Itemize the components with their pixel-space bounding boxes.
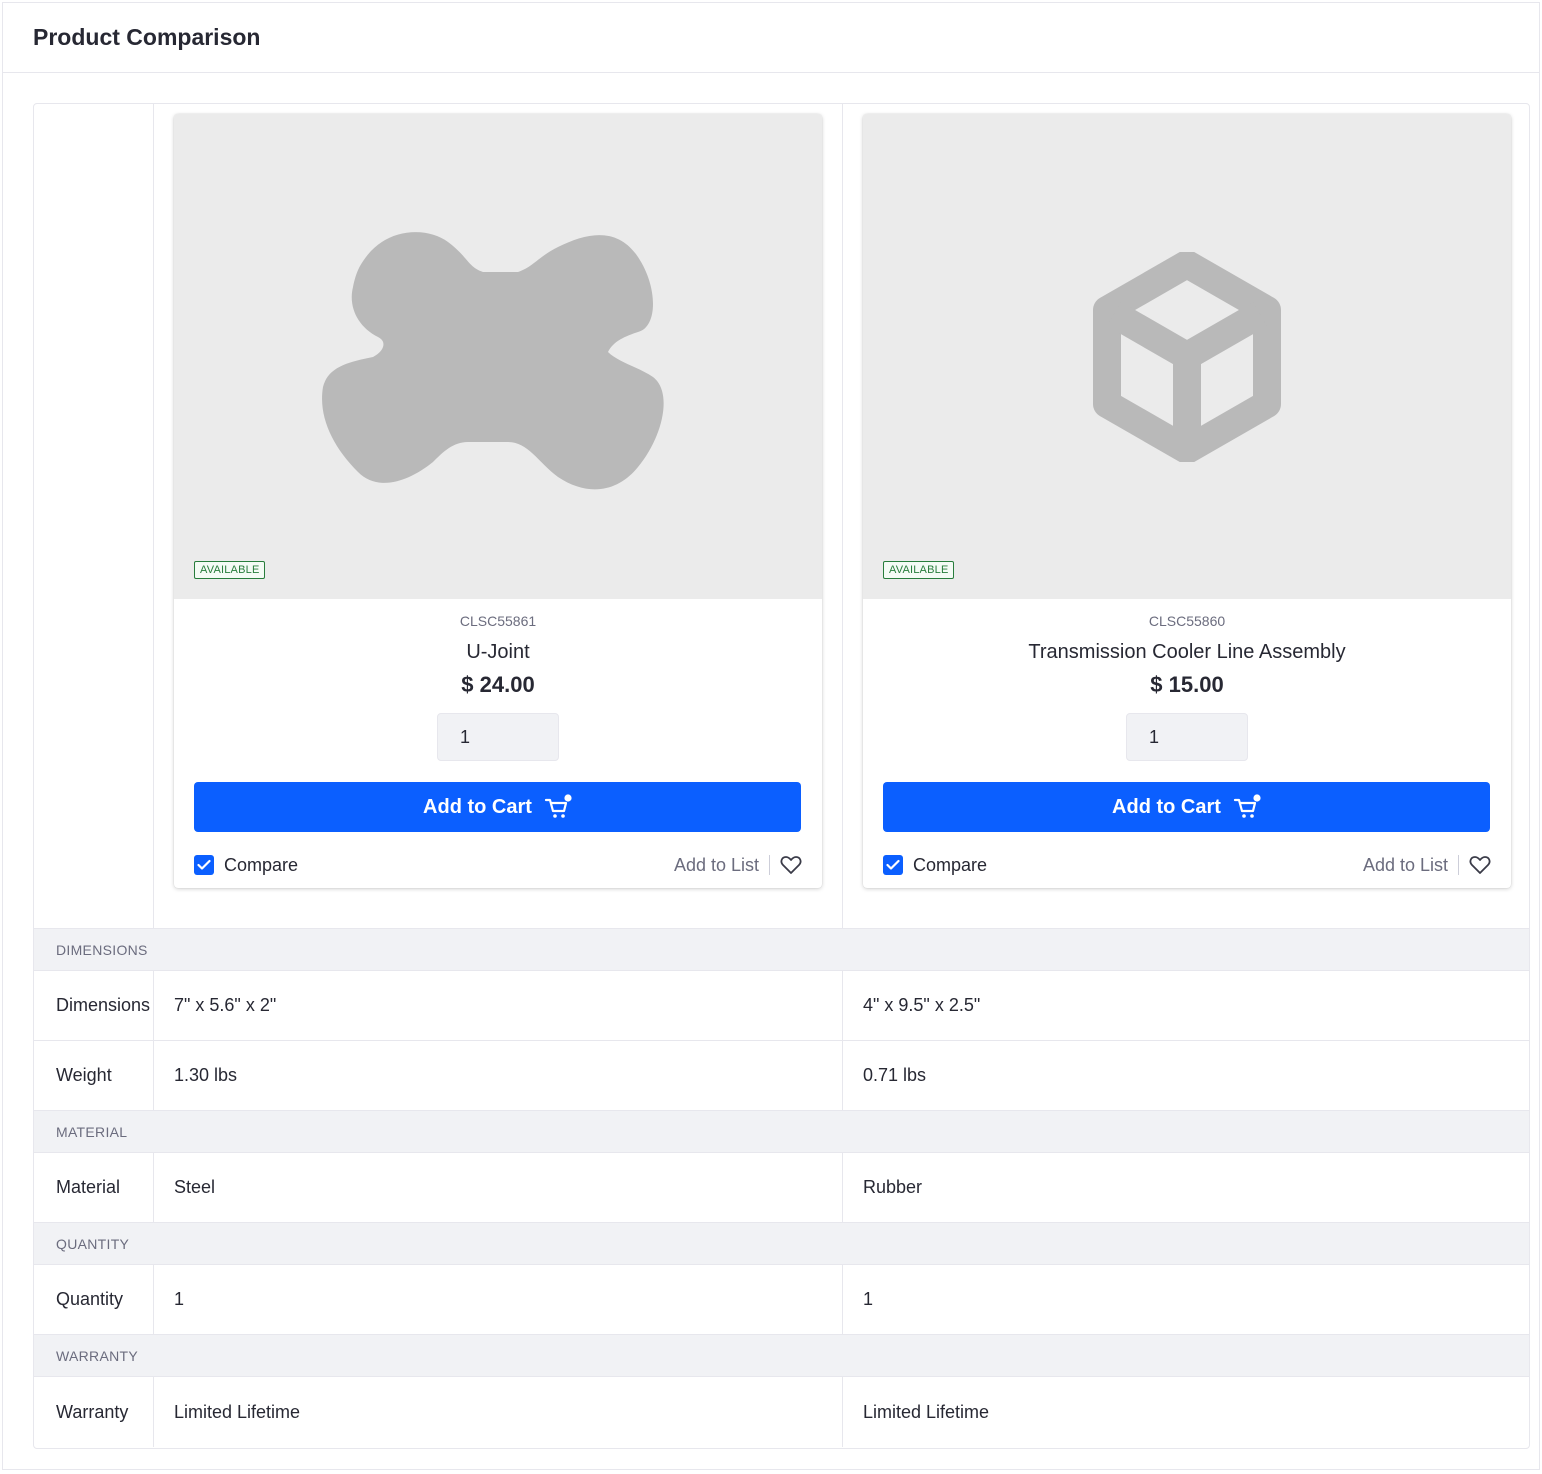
- product-card: AVAILABLE CLSC55861 U-Joint $ 24.00 1 Ad…: [174, 114, 822, 888]
- spec-value: 4" x 9.5" x 2.5": [842, 971, 1529, 1040]
- quantity-input[interactable]: 1: [437, 713, 559, 761]
- page-title: Product Comparison: [33, 24, 261, 50]
- divider: [1458, 855, 1459, 875]
- spec-value: 7" x 5.6" x 2": [174, 995, 277, 1015]
- add-to-list-link[interactable]: Add to List: [1363, 855, 1448, 876]
- comparison-table: AVAILABLE CLSC55861 U-Joint $ 24.00 1 Ad…: [33, 103, 1530, 1449]
- product-info: CLSC55860 Transmission Cooler Line Assem…: [863, 599, 1511, 761]
- add-to-cart-button[interactable]: Add to Cart: [883, 782, 1490, 832]
- list-actions: Add to List: [674, 855, 802, 876]
- spec-row-dimensions: Dimensions 7" x 5.6" x 2" 4" x 9.5" x 2.…: [34, 971, 1529, 1041]
- spec-value: Limited Lifetime: [842, 1377, 1529, 1447]
- spec-row-quantity: Quantity 1 1: [34, 1265, 1529, 1335]
- spec-row-warranty: Warranty Limited Lifetime Limited Lifeti…: [34, 1377, 1529, 1447]
- product-sku: CLSC55860: [1148, 613, 1226, 629]
- product-card: AVAILABLE CLSC55860 Transmission Cooler …: [863, 114, 1511, 888]
- cart-icon: [1233, 794, 1261, 818]
- section-header-dimensions: DIMENSIONS: [34, 929, 1529, 971]
- add-to-cart-button[interactable]: Add to Cart: [194, 782, 801, 832]
- spec-row-weight: Weight 1.30 lbs 0.71 lbs: [34, 1041, 1529, 1111]
- product-price: $ 15.00: [1150, 672, 1224, 697]
- compare-toggle[interactable]: Compare: [883, 855, 987, 876]
- divider: [769, 855, 770, 875]
- spec-value: 0.71 lbs: [842, 1041, 1529, 1110]
- checkbox-checked-icon[interactable]: [883, 855, 903, 875]
- checkbox-checked-icon[interactable]: [194, 855, 214, 875]
- section-header-material: MATERIAL: [34, 1111, 1529, 1153]
- quantity-input[interactable]: 1: [1126, 713, 1248, 761]
- heart-icon[interactable]: [1469, 855, 1491, 875]
- spec-value: Limited Lifetime: [174, 1401, 301, 1422]
- panel-header: Product Comparison: [3, 3, 1539, 73]
- spec-label: Material: [34, 1153, 154, 1222]
- spec-label: Quantity: [34, 1265, 154, 1334]
- spec-label: Dimensions: [34, 971, 154, 1040]
- product-name[interactable]: Transmission Cooler Line Assembly: [863, 641, 1511, 665]
- spec-label: Weight: [34, 1041, 154, 1110]
- label-column-empty: [34, 104, 154, 928]
- section-header-quantity: QUANTITY: [34, 1223, 1529, 1265]
- card-footer: Compare Add to List: [883, 852, 1491, 878]
- availability-badge: AVAILABLE: [883, 561, 955, 579]
- spec-value: Steel: [174, 1177, 216, 1197]
- product-image[interactable]: AVAILABLE: [174, 114, 822, 599]
- spec-row-material: Material Steel Rubber: [34, 1153, 1529, 1223]
- product-info: CLSC55861 U-Joint $ 24.00 1: [174, 599, 822, 761]
- heart-icon[interactable]: [780, 855, 802, 875]
- compare-label: Compare: [224, 854, 299, 875]
- cart-icon: [544, 794, 572, 818]
- spec-value: 1: [174, 1289, 185, 1309]
- compare-toggle[interactable]: Compare: [194, 855, 298, 876]
- spec-value: 1.30 lbs: [174, 1065, 238, 1085]
- add-to-cart-label: Add to Cart: [1112, 795, 1221, 818]
- card-footer: Compare Add to List: [194, 852, 802, 878]
- add-to-cart-label: Add to Cart: [423, 795, 532, 818]
- product-column-2: AVAILABLE CLSC55860 Transmission Cooler …: [842, 104, 1529, 928]
- u-joint-image: [322, 231, 664, 489]
- product-sku: CLSC55861: [459, 613, 537, 629]
- availability-badge: AVAILABLE: [194, 561, 266, 579]
- compare-label: Compare: [913, 854, 988, 875]
- comparison-panel: Product Comparison AVAILABLE CLSC55861 U…: [2, 2, 1540, 1470]
- list-actions: Add to List: [1363, 855, 1491, 876]
- spec-value: 1: [842, 1265, 1529, 1334]
- spec-value: Rubber: [842, 1153, 1529, 1222]
- product-image[interactable]: AVAILABLE: [863, 114, 1511, 599]
- section-header-warranty: WARRANTY: [34, 1335, 1529, 1377]
- cube-icon: [1093, 251, 1281, 462]
- spec-label: Warranty: [34, 1377, 154, 1447]
- add-to-list-link[interactable]: Add to List: [674, 855, 759, 876]
- product-name[interactable]: U-Joint: [174, 641, 822, 665]
- product-column-1: AVAILABLE CLSC55861 U-Joint $ 24.00 1 Ad…: [154, 104, 842, 928]
- product-price: $ 24.00: [461, 672, 535, 697]
- product-cards-row: AVAILABLE CLSC55861 U-Joint $ 24.00 1 Ad…: [34, 104, 1529, 929]
